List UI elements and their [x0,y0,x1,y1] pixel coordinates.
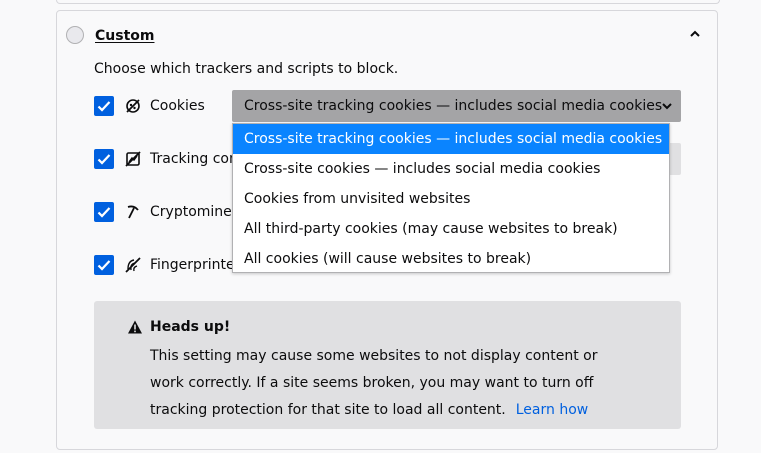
warning-icon [127,319,143,335]
cryptominers-checkbox[interactable] [94,202,114,222]
cookies-checkbox[interactable] [94,96,114,116]
tracking-content-label: Tracking con [150,151,238,167]
cryptominer-icon [124,203,142,221]
warning-title: Heads up! [150,319,231,335]
cookies-select-value: Cross-site tracking cookies — includes s… [244,98,663,114]
dropdown-option[interactable]: All third-party cookies (may cause websi… [233,214,669,244]
cookies-label: Cookies [150,98,205,114]
dropdown-option[interactable]: Cross-site tracking cookies — includes s… [233,124,669,154]
warning-box: Heads up! This setting may cause some we… [94,301,681,429]
tracking-content-icon [124,150,142,168]
dropdown-option[interactable]: All cookies (will cause websites to brea… [233,244,669,274]
chevron-down-icon [662,99,672,113]
custom-radio[interactable] [66,26,84,44]
tracking-content-checkbox[interactable] [94,149,114,169]
cookie-icon [124,97,142,115]
tracking-content-select-edge[interactable] [669,143,681,175]
fingerprinter-icon [124,256,142,274]
fingerprinters-label: Fingerprinter [150,257,241,273]
fingerprinters-checkbox[interactable] [94,255,114,275]
cookies-dropdown-list: Cross-site tracking cookies — includes s… [232,123,670,273]
cryptominers-label: Cryptominer [150,204,238,220]
custom-description: Choose which trackers and scripts to blo… [94,61,399,77]
collapse-chevron-icon[interactable] [686,24,704,42]
previous-section-edge [56,0,720,4]
custom-title: Custom [95,27,154,45]
custom-title-label: Custom [95,28,155,44]
learn-how-link[interactable]: Learn how [516,402,588,418]
cookies-select[interactable]: Cross-site tracking cookies — includes s… [232,90,681,122]
dropdown-option[interactable]: Cross-site cookies — includes social med… [233,154,669,184]
warning-body: This setting may cause some websites to … [150,343,630,424]
dropdown-option[interactable]: Cookies from unvisited websites [233,184,669,214]
